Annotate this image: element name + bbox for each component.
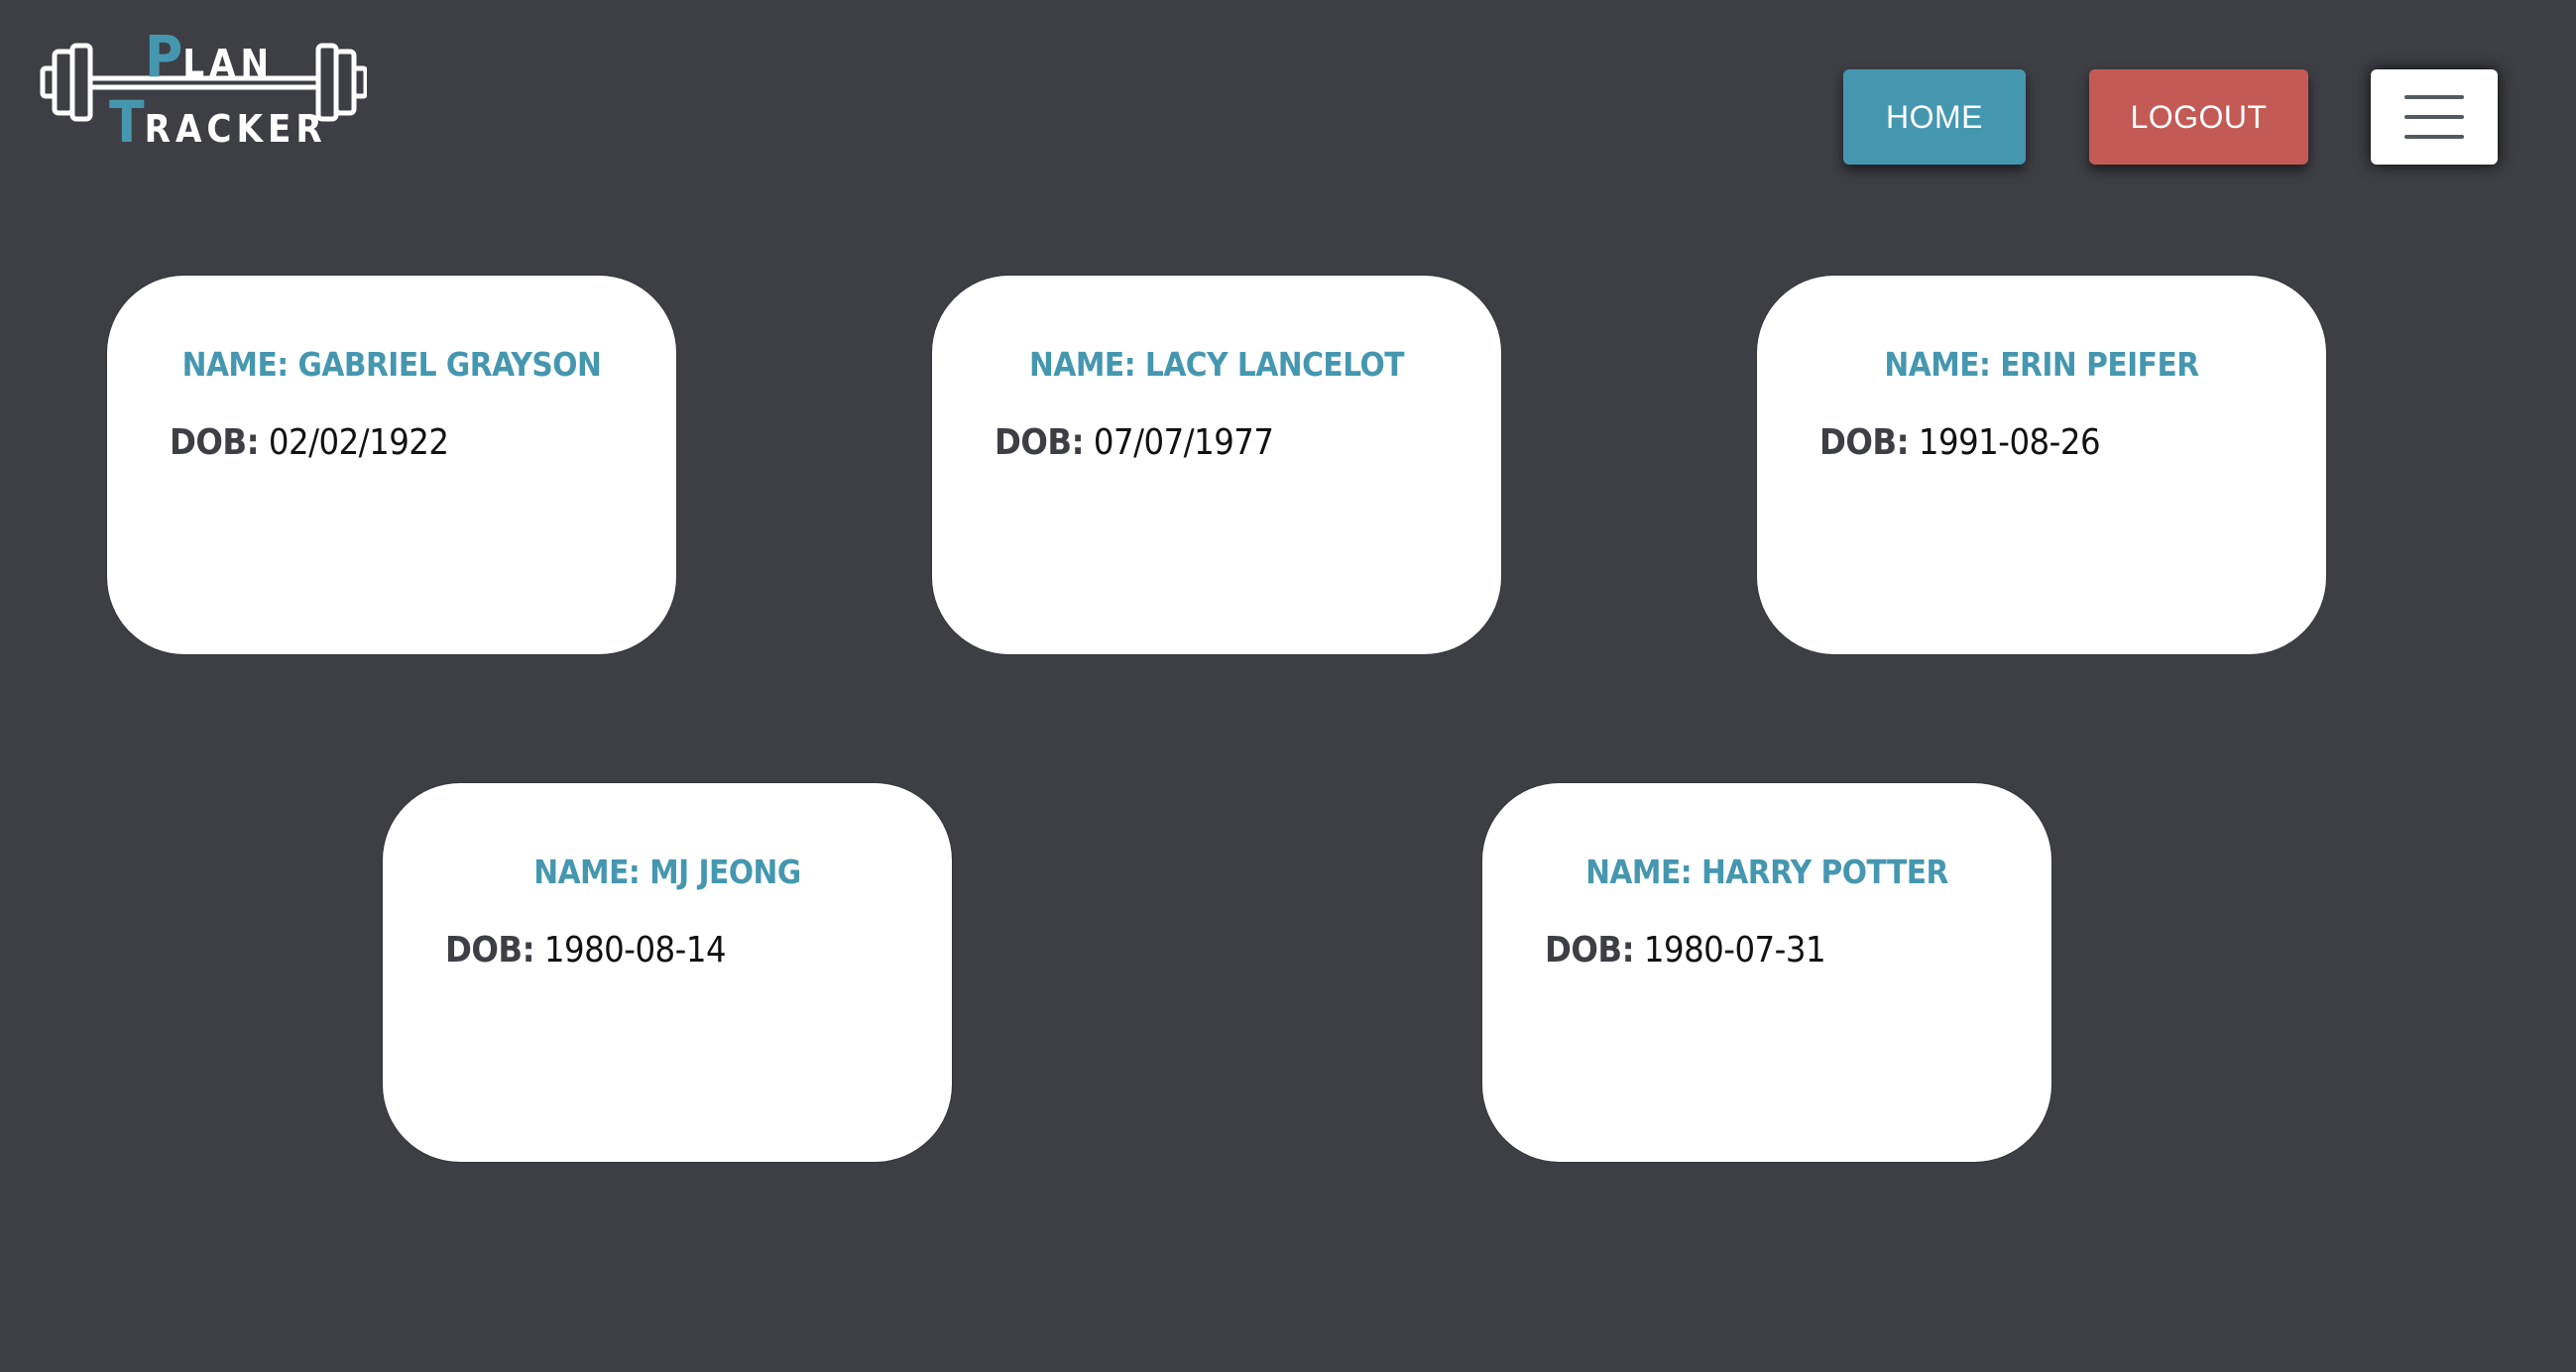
dob-label: DOB: [445,930,535,971]
menu-button[interactable] [2371,69,2498,165]
client-name: NAME: ERIN PEIFER [1884,345,2199,384]
dob-label: DOB: [1819,422,1910,463]
dob-value: 02/02/1922 [268,422,449,463]
logo-text-tracker: TRACKER [109,88,327,156]
client-dob: DOB: 02/02/1922 [170,422,449,463]
logo-text-plan: PLAN [145,23,275,90]
client-dob: DOB: 1980-07-31 [1545,930,1826,971]
client-card[interactable]: NAME: GABRIEL GRAYSON DOB: 02/02/1922 [107,276,676,654]
client-dob: DOB: 1991-08-26 [1819,422,2101,463]
client-card[interactable]: NAME: MJ JEONG DOB: 1980-08-14 [383,783,952,1162]
client-name: NAME: MJ JEONG [533,853,801,891]
dob-label: DOB: [995,422,1085,463]
client-dob: DOB: 1980-08-14 [445,930,727,971]
client-name: NAME: HARRY POTTER [1585,853,1948,891]
client-dob: DOB: 07/07/1977 [995,422,1274,463]
client-card[interactable]: NAME: ERIN PEIFER DOB: 1991-08-26 [1757,276,2326,654]
dob-value: 07/07/1977 [1093,422,1274,463]
client-name: NAME: LACY LANCELOT [1029,345,1404,384]
client-card[interactable]: NAME: LACY LANCELOT DOB: 07/07/1977 [932,276,1501,654]
home-button[interactable]: HOME [1843,69,2026,165]
dob-value: 1980-08-14 [543,930,727,971]
client-card[interactable]: NAME: HARRY POTTER DOB: 1980-07-31 [1482,783,2051,1162]
dob-label: DOB: [1545,930,1635,971]
logout-button[interactable]: LOGOUT [2089,69,2308,165]
plan-tracker-logo[interactable]: PLAN TRACKER [40,22,367,151]
hamburger-menu-icon [2404,95,2464,139]
client-name: NAME: GABRIEL GRAYSON [181,345,602,384]
dob-value: 1980-07-31 [1643,930,1826,971]
dob-value: 1991-08-26 [1918,422,2101,463]
dob-label: DOB: [170,422,260,463]
